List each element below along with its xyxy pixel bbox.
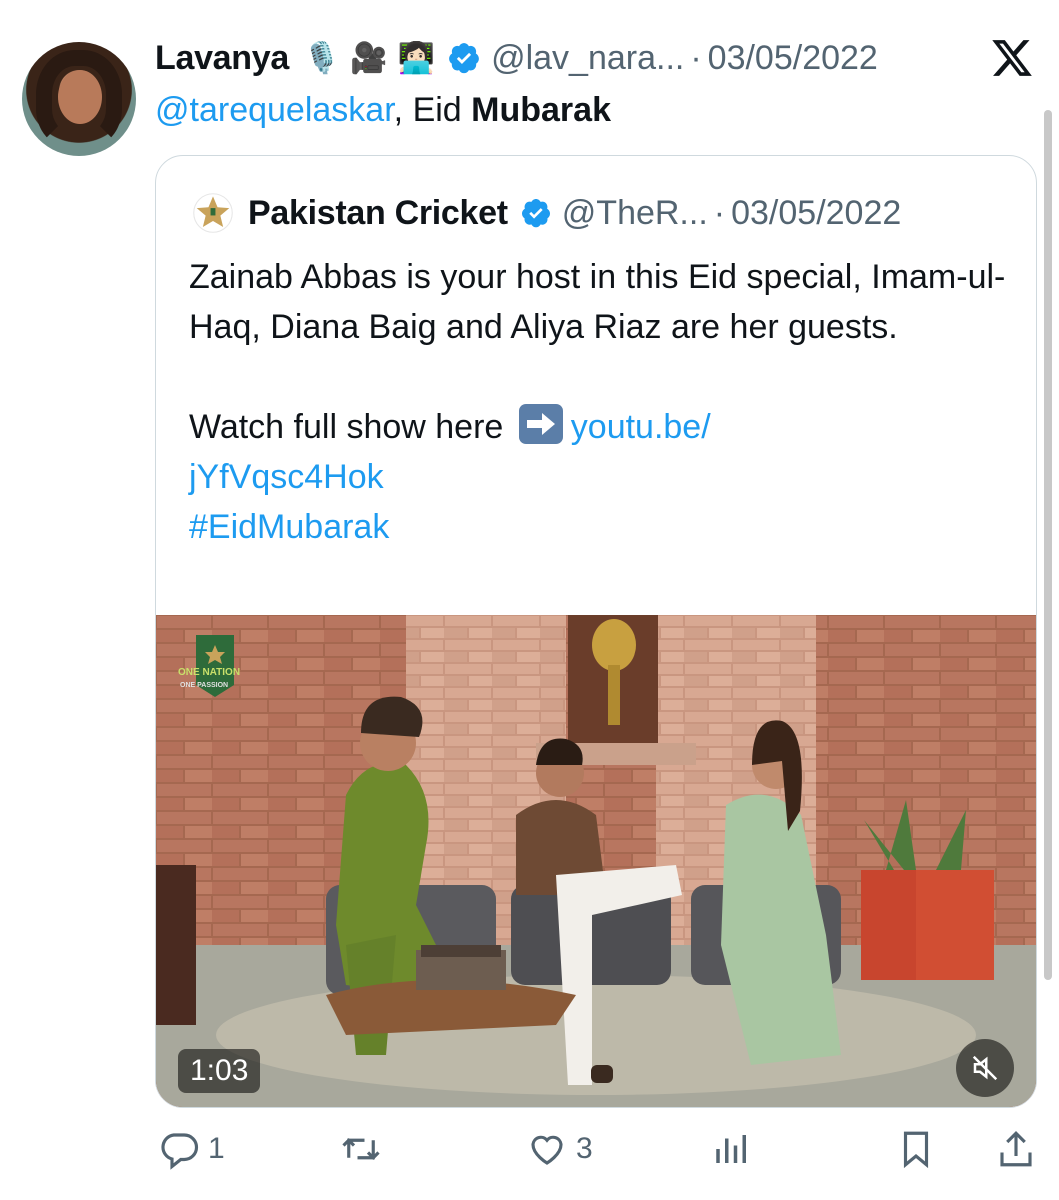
mention-link[interactable]: @tarequelaskar [155, 91, 394, 129]
author-emojis: 🎙️ 🎥 👩🏻‍💻 [303, 41, 435, 76]
header-separator: · [690, 38, 702, 77]
muted-speaker-icon [972, 1055, 998, 1081]
like-count: 3 [576, 1132, 593, 1165]
heart-icon [531, 1135, 563, 1165]
pcb-star-logo-icon [193, 193, 233, 233]
youtube-link-id[interactable]: jYfVqsc4Hok [189, 458, 384, 496]
tweet-date[interactable]: 03/05/2022 [708, 39, 878, 78]
tweet-text: @tarequelaskar, Eid Mubarak [155, 86, 611, 134]
author-handle[interactable]: @lav_nara... [491, 39, 684, 78]
avatar-face [58, 70, 102, 124]
reply-button[interactable]: 1 [158, 1128, 225, 1170]
tweet-actions: 1 3 [0, 1122, 1059, 1182]
tweet-card[interactable]: Lavanya 🎙️ 🎥 👩🏻‍💻 @lav_nara... · 03/05/2… [0, 0, 1059, 1200]
reply-word: Eid [412, 91, 462, 129]
verified-badge-icon [449, 43, 479, 74]
quoted-tweet[interactable]: Pakistan Cricket @TheR... · 03/05/2022 Z… [155, 155, 1037, 1108]
reply-comma: , [393, 91, 404, 129]
retweet-button[interactable] [340, 1128, 390, 1170]
x-logo-icon [992, 40, 1032, 76]
tweet-header: Lavanya 🎙️ 🎥 👩🏻‍💻 @lav_nara... · 03/05/2… [155, 34, 878, 82]
youtube-link[interactable]: youtu.be/ [571, 408, 711, 446]
video-player[interactable]: ONE NATION ONE PASSION 1:03 [156, 615, 1036, 1107]
quoted-text-line: Zainab Abbas is your host in this Eid sp… [189, 258, 1006, 346]
camera-emoji: 🎥 [350, 41, 388, 75]
views-button[interactable] [711, 1128, 753, 1170]
quoted-tweet-text: Zainab Abbas is your host in this Eid sp… [189, 252, 1019, 552]
quoted-author-handle[interactable]: @TheR... [562, 194, 708, 233]
video-duration: 1:03 [178, 1049, 261, 1093]
right-arrow-icon [518, 404, 563, 444]
quoted-tweet-date[interactable]: 03/05/2022 [731, 194, 901, 233]
reply-count: 1 [208, 1132, 225, 1165]
share-button[interactable] [995, 1128, 1037, 1170]
views-icon [716, 1135, 746, 1163]
author-avatar[interactable] [22, 42, 136, 156]
like-button[interactable]: 3 [526, 1128, 593, 1170]
hashtag-link[interactable]: #EidMubarak [189, 508, 389, 546]
overlay-line2: ONE PASSION [180, 682, 228, 689]
reply-icon [161, 1133, 199, 1170]
quoted-header: Pakistan Cricket @TheR... · 03/05/2022 [192, 188, 901, 238]
quoted-watch-line: Watch full show here youtu.be/ [189, 402, 1019, 452]
quoted-header-separator: · [713, 193, 726, 232]
reply-bold-word: Mubarak [471, 91, 611, 129]
video-frame: ONE NATION ONE PASSION [156, 615, 1036, 1107]
overlay-line1: ONE NATION [178, 667, 240, 678]
bookmark-button[interactable] [895, 1128, 937, 1170]
share-icon [1000, 1131, 1032, 1167]
mute-button[interactable] [956, 1039, 1014, 1097]
quoted-author-name[interactable]: Pakistan Cricket [248, 194, 508, 233]
woman-technologist-emoji: 👩🏻‍💻 [397, 41, 436, 75]
watch-text: Watch full show here [189, 408, 504, 446]
verified-badge-icon [521, 199, 550, 228]
scrollbar[interactable] [1044, 110, 1052, 980]
bookmark-icon [903, 1131, 929, 1169]
microphone-emoji: 🎙️ [302, 41, 341, 75]
author-name[interactable]: Lavanya [155, 39, 289, 78]
retweet-icon [342, 1138, 380, 1160]
